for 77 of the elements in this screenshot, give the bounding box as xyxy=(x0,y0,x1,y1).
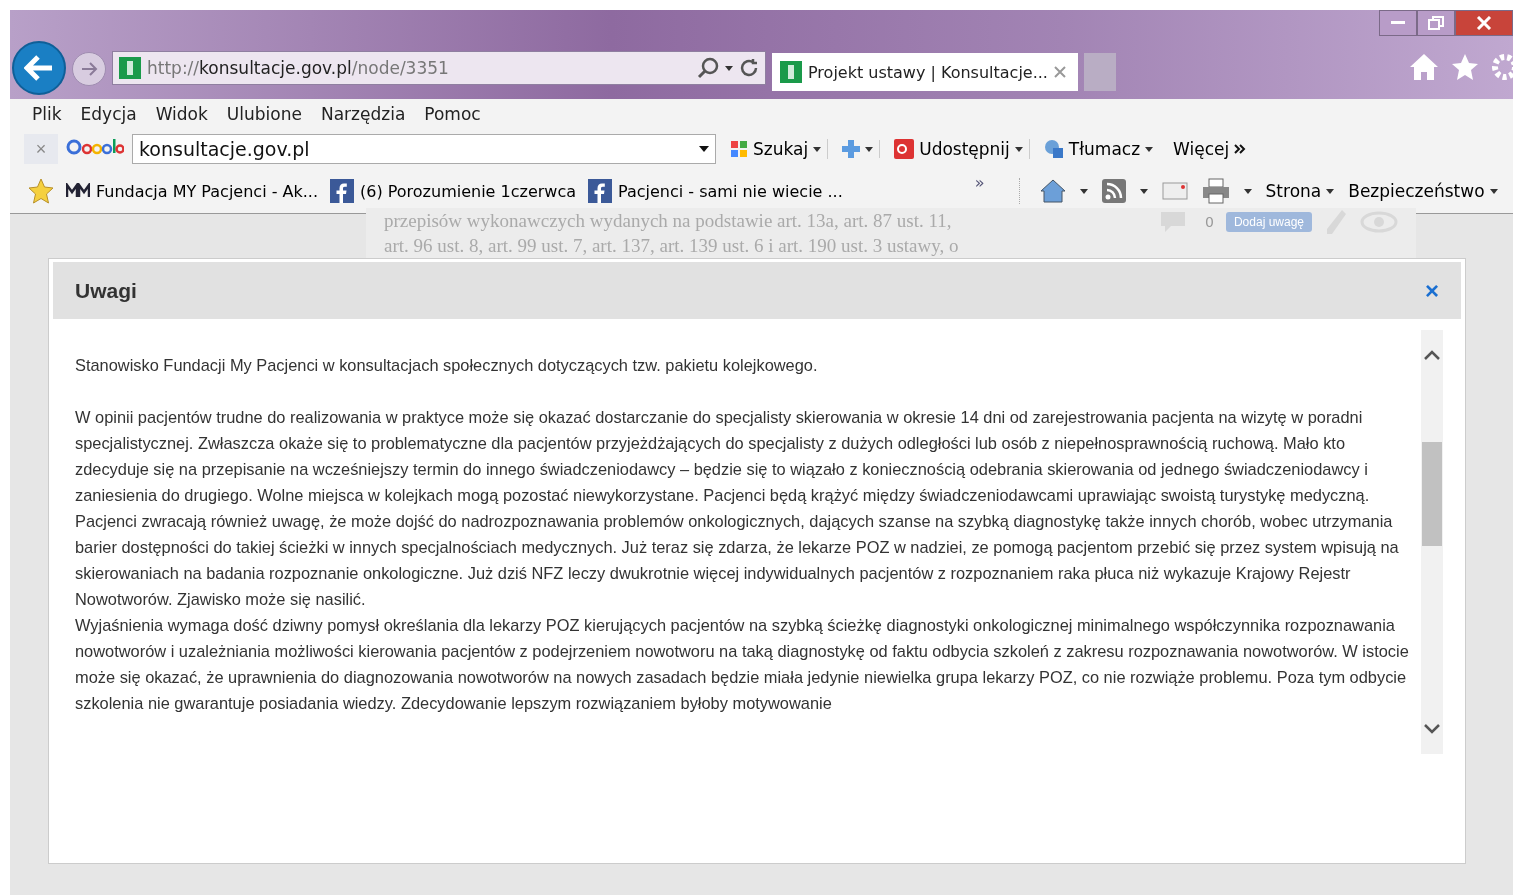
favorite-link[interactable]: (6) Porozumienie 1czerwca xyxy=(330,179,577,203)
browser-tab[interactable]: Projekt ustawy | Konsultacje... xyxy=(772,53,1078,91)
facebook-icon xyxy=(588,179,613,203)
caret-icon xyxy=(1014,146,1023,152)
restore-icon xyxy=(1428,16,1444,30)
background-text: art. 96 ust. 8, art. 99 ust. 7, art. 137, art. 139 ust. 6 i art. 190 ust. 3 ustawy, o xyxy=(384,234,959,258)
minimize-icon xyxy=(1391,21,1405,25)
site-icon xyxy=(780,61,802,83)
scrollbar-thumb[interactable] xyxy=(1422,442,1442,546)
facebook-icon xyxy=(330,179,354,203)
comment-paragraph: Wyjaśnienia wymaga dość dziwny pomysł określania dla lekarzy POZ kierujących pacjentów na szybką ścieżkę diagnostyki onkologicznej minimalnego współczynnika rozpoznawania nowotworów i uzależniania możliwości kierowania pacjentów z podejrzeniem nowotworu na taką diagnostykę od faktu odbycia szkoleń z zakresu rozpoznawania nowotworów. W istocie może się okazać, że uprawnienia do diagnozowania nowotworów na nowych zasadach będzie miała jedynie niewielka grupa lekarzy POZ, co nie rozwiąże problemu. Poza tym odbycie szkolenia nie gwarantuje posiadania wiedzy. Zdecydowanie lepszym rozwiązaniem byłoby motywowanie xyxy=(75,615,1410,714)
menu-item[interactable]: Narzędzia xyxy=(320,104,406,124)
double-chevron-icon xyxy=(1234,143,1247,155)
caret-icon xyxy=(813,146,822,152)
comment-count: 0 xyxy=(1205,214,1214,230)
url-text: http://konsultacje.gov.pl/node/3351 xyxy=(147,58,450,78)
site-icon xyxy=(119,57,141,79)
tab-title: Projekt ustawy | Konsultacje... xyxy=(808,62,1048,82)
favorites-star-icon[interactable] xyxy=(28,178,54,204)
logo-icon xyxy=(66,183,90,199)
close-icon xyxy=(1476,16,1492,30)
address-bar[interactable]: http://konsultacje.gov.pl/node/3351 xyxy=(112,51,766,85)
search-value: konsultacje.gov.pl xyxy=(139,138,310,160)
caret-icon xyxy=(1139,188,1148,194)
menu-item[interactable]: Widok xyxy=(155,104,208,124)
gplus-icon xyxy=(894,139,915,159)
caret-icon xyxy=(1243,188,1252,194)
favorite-link[interactable]: Fundacja MY Pacjenci - Ak... xyxy=(66,181,318,201)
chevron-down-icon[interactable] xyxy=(1424,724,1440,734)
caret-icon xyxy=(1145,146,1154,152)
pencil-icon xyxy=(1324,208,1348,236)
close-icon[interactable] xyxy=(1053,66,1066,78)
forward-button[interactable] xyxy=(72,52,106,86)
comment-paragraph: Pacjenci zwracają również uwagę, że może dojść do nadrozpoznawania problemów onkologicznych, dających szanse na szybką diagnostykę także innych chorób, wobec utrzymania barier dostępności do takiej ścieżki w innych specjalnościach medycznych. Już teraz się zdarza, że lekarze POZ w nadziei, ze pomogą pacjentom przebić się przez system wpisują na skierowaniach na badania rozpoznanie onkologiczne. Już dziś NFZ leczy dwukrotnie więcej indywidualnych pacjentów z rozpoznaniem raka płuca niż wykazuje Krajowy Rejestr Nowotworów. Zjawisko może się nasilić. xyxy=(75,511,1400,610)
translate-icon xyxy=(1043,139,1064,159)
command-button[interactable]: Bezpieczeństwo xyxy=(1348,181,1498,201)
chevron-up-icon[interactable] xyxy=(1424,350,1440,360)
favorite-link[interactable]: Pacjenci - sami nie wiecie ... xyxy=(588,179,843,203)
arrow-left-icon xyxy=(24,55,54,81)
back-button[interactable] xyxy=(12,41,66,95)
feed-icon[interactable] xyxy=(1101,179,1126,203)
background-text: przepisów wykonawczych wydanych na podstawie art. 13a, art. 87 ust. 11, xyxy=(384,209,953,233)
overflow-chevron[interactable]: » xyxy=(974,173,985,192)
comment-paragraph: W opinii pacjentów trudne do realizowania w praktyce może się okazać dostarczanie do specjalisty skierowania w okresie 14 dni od zarejestrowania pacjenta na wizytę w poradni specjalistycznej. Zwłaszcza okaże się to problematyczne dla pacjentów przyjeżdżających do specjalisty z dużych odległości lub osób z niepełnosprawnością ruchową. Mało kto zdecyduje się na przepisanie na wcześniejszy termin do innego świadczeniodawcy – będzie się to wiązało z koniecznością odebrania skierowania od jednego świadczeniodawcy i zaniesienia do drugiego. Wolne miejsca w kolejkach mogą pozostać niewykorzystane. Pacjenci będą krążyć między świadczeniodawcami uprawiając swoistą turystykę medyczną. xyxy=(75,407,1371,506)
toolbar-button[interactable]: Tłumacz xyxy=(1037,139,1160,159)
caret-icon xyxy=(1326,188,1335,194)
comment-paragraph: Stanowisko Fundacji My Pacjenci w konsultacjach społecznych dotyczących tzw. pakietu kolejkowego. xyxy=(75,355,819,376)
menu-item[interactable]: Plik xyxy=(32,104,62,124)
arrow-right-icon xyxy=(80,61,98,77)
dialog-title: Uwagi xyxy=(75,278,137,303)
toolbar-button[interactable]: Udostępnij xyxy=(888,139,1030,159)
minimize-button[interactable] xyxy=(1379,10,1417,36)
restore-button[interactable] xyxy=(1417,10,1455,36)
star-icon[interactable] xyxy=(1451,53,1479,81)
home-icon[interactable] xyxy=(1409,53,1439,81)
mail-icon[interactable] xyxy=(1161,182,1188,200)
command-button[interactable]: Strona xyxy=(1265,181,1335,201)
printer-icon[interactable] xyxy=(1201,178,1230,204)
toolbar-button[interactable]: Szukaj xyxy=(724,139,829,159)
caret-icon xyxy=(1079,188,1088,194)
refresh-icon[interactable] xyxy=(739,58,759,78)
caret-icon xyxy=(1489,188,1498,194)
close-button[interactable]: × xyxy=(1425,276,1439,305)
menu-item[interactable]: Ulubione xyxy=(226,104,302,124)
search-field[interactable]: konsultacje.gov.pl xyxy=(132,134,716,164)
caret-icon[interactable] xyxy=(699,146,709,152)
caret-icon xyxy=(725,65,733,71)
scrollbar[interactable] xyxy=(1421,330,1443,754)
menu-item[interactable]: Edycja xyxy=(80,104,137,124)
search-icon[interactable] xyxy=(697,57,719,79)
toolbar-button[interactable]: Więcej xyxy=(1167,139,1253,159)
caret-icon xyxy=(865,146,874,152)
close-button[interactable] xyxy=(1455,10,1513,36)
plus-icon xyxy=(842,140,861,158)
home-icon[interactable] xyxy=(1039,179,1066,203)
squares-icon xyxy=(730,140,748,158)
menu-item[interactable]: Pomoc xyxy=(424,104,481,124)
